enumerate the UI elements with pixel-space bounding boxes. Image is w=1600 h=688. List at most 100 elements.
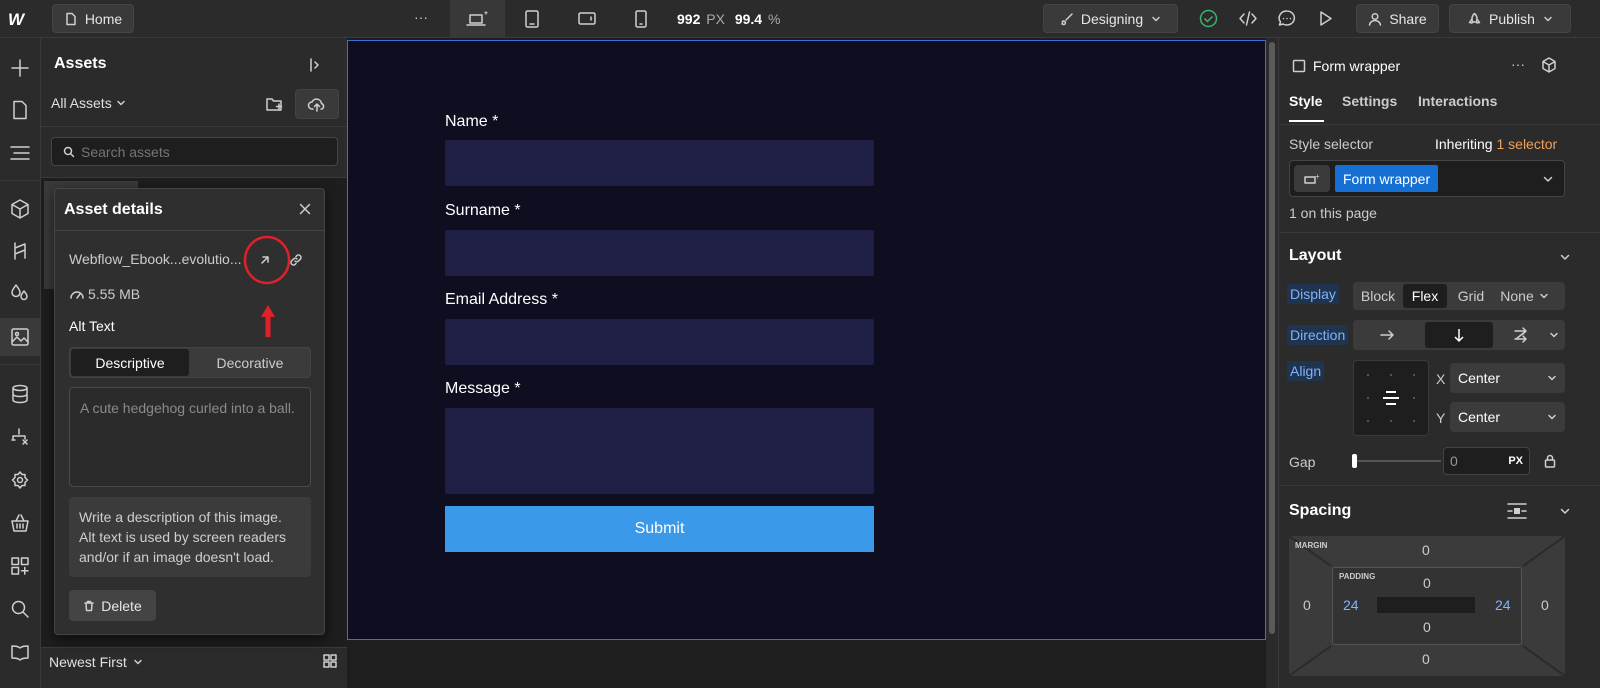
collapse-panel-button[interactable] — [307, 57, 323, 73]
site-status-button[interactable] — [1198, 8, 1219, 29]
code-button[interactable] — [1237, 8, 1259, 29]
tab-settings[interactable]: Settings — [1342, 93, 1397, 109]
gap-unit[interactable]: PX — [1508, 455, 1523, 467]
gauge-icon — [70, 291, 84, 299]
align-y-select[interactable]: Center — [1450, 402, 1565, 432]
sort-dropdown[interactable]: Newest First — [49, 654, 143, 670]
delete-button[interactable]: Delete — [69, 590, 156, 621]
alt-text-input[interactable]: A cute hedgehog curled into a ball. — [69, 387, 311, 487]
inheriting-info[interactable]: Inheriting 1 selector — [1435, 136, 1557, 152]
spacing-section-title[interactable]: Spacing — [1289, 502, 1351, 520]
tablet-breakpoint-button[interactable] — [522, 9, 542, 29]
padding-left-value[interactable]: 24 — [1343, 597, 1359, 613]
padding-right-value[interactable]: 24 — [1495, 597, 1511, 613]
grid-view-button[interactable] — [322, 653, 338, 669]
display-flex[interactable]: Flex — [1403, 284, 1447, 308]
padding-top-value[interactable]: 0 — [1423, 575, 1431, 591]
surname-input[interactable] — [445, 230, 874, 276]
scrollbar-thumb[interactable] — [1269, 42, 1275, 634]
logic-button[interactable] — [0, 418, 40, 456]
cms-button[interactable] — [0, 375, 40, 413]
apps-button[interactable] — [0, 547, 40, 585]
display-none[interactable]: None — [1495, 288, 1539, 304]
gap-slider-thumb[interactable] — [1352, 454, 1357, 468]
chevron-down-icon[interactable] — [1559, 251, 1571, 263]
gap-input[interactable]: 0 PX — [1443, 447, 1530, 475]
search-input[interactable] — [81, 143, 321, 160]
publish-button[interactable]: Publish — [1449, 4, 1571, 33]
align-dots-icon — [1367, 374, 1415, 422]
portrait-breakpoint-button[interactable] — [632, 9, 650, 29]
selector-field[interactable]: + Form wrapper — [1289, 160, 1565, 197]
asset-filter-dropdown[interactable]: All Assets — [51, 95, 126, 111]
tab-descriptive[interactable]: Descriptive — [71, 349, 189, 376]
desktop-breakpoint-button[interactable]: * — [450, 0, 505, 38]
new-folder-button[interactable] — [265, 95, 285, 113]
canvas-scrollbar[interactable] — [1266, 38, 1278, 688]
chevron-down-icon[interactable] — [1549, 330, 1559, 340]
message-textarea[interactable] — [445, 408, 874, 494]
users-button[interactable] — [0, 461, 40, 499]
apps-grid-icon — [11, 557, 29, 575]
inheriting-count: 1 selector — [1496, 136, 1558, 152]
share-button[interactable]: Share — [1356, 4, 1439, 33]
assets-button[interactable] — [0, 318, 40, 356]
video-tutorials-button[interactable] — [0, 633, 40, 671]
canvas-size-readout[interactable]: 992 PX 99.4 % — [677, 11, 780, 27]
padding-bottom-value[interactable]: 0 — [1423, 619, 1431, 635]
add-elements-button[interactable] — [0, 49, 40, 87]
lock-icon[interactable] — [1543, 453, 1557, 469]
element-star-icon: + — [1304, 172, 1320, 184]
email-input[interactable] — [445, 319, 874, 365]
layout-section-title[interactable]: Layout — [1289, 247, 1341, 265]
mode-dropdown[interactable]: Designing — [1043, 4, 1178, 33]
tab-style[interactable]: Style — [1289, 93, 1322, 109]
alt-text-help: Write a description of this image. Alt t… — [69, 497, 311, 577]
tab-decorative[interactable]: Decorative — [190, 349, 310, 376]
more-menu-button[interactable]: ··· — [414, 9, 428, 25]
margin-top-value[interactable]: 0 — [1422, 542, 1430, 558]
navigator-button[interactable] — [0, 134, 40, 172]
webflow-logo[interactable]: W — [8, 9, 32, 29]
pages-button[interactable] — [0, 91, 40, 129]
search-icon — [11, 600, 29, 618]
element-more-button[interactable]: ··· — [1511, 56, 1525, 72]
arrow-right-icon[interactable] — [1379, 328, 1395, 342]
selector-type-button[interactable]: + — [1294, 165, 1330, 192]
margin-right-value[interactable]: 0 — [1541, 597, 1549, 613]
landscape-breakpoint-button[interactable] — [576, 9, 598, 29]
margin-left-value[interactable]: 0 — [1303, 597, 1311, 613]
display-grid[interactable]: Grid — [1447, 288, 1495, 304]
ecommerce-button[interactable] — [0, 504, 40, 542]
submit-button[interactable]: Submit — [445, 506, 874, 552]
margin-bottom-value[interactable]: 0 — [1422, 651, 1430, 667]
element-3d-button[interactable] — [1540, 56, 1558, 74]
style-panel: Form wrapper ··· Style Settings Interact… — [1278, 38, 1600, 688]
close-button[interactable] — [298, 202, 312, 216]
align-grid[interactable] — [1353, 360, 1429, 436]
spacing-preset-icon[interactable] — [1506, 502, 1528, 520]
direction-vertical-button[interactable] — [1425, 322, 1493, 348]
upload-button[interactable] — [295, 89, 339, 119]
preview-button[interactable] — [1315, 8, 1336, 29]
display-block[interactable]: Block — [1353, 288, 1403, 304]
gap-slider-track[interactable] — [1353, 460, 1441, 462]
asset-details-title: Asset details — [64, 201, 163, 218]
selector-chip[interactable]: Form wrapper — [1335, 165, 1439, 192]
user-icon — [1369, 12, 1382, 26]
styles-button[interactable] — [0, 274, 40, 312]
copy-link-button[interactable] — [289, 253, 303, 267]
home-button[interactable]: Home — [52, 4, 134, 33]
name-input[interactable] — [445, 140, 874, 186]
home-label: Home — [84, 10, 123, 27]
find-button[interactable] — [0, 590, 40, 628]
align-x-select[interactable]: Center — [1450, 363, 1565, 393]
variables-button[interactable] — [0, 232, 40, 270]
wrap-icon[interactable] — [1513, 327, 1529, 343]
tab-interactions[interactable]: Interactions — [1418, 93, 1497, 109]
components-button[interactable] — [0, 190, 40, 228]
chevron-down-icon[interactable] — [1559, 505, 1571, 517]
search-assets-field[interactable] — [51, 137, 338, 166]
sort-label: Newest First — [49, 654, 127, 670]
comments-button[interactable] — [1276, 8, 1298, 29]
